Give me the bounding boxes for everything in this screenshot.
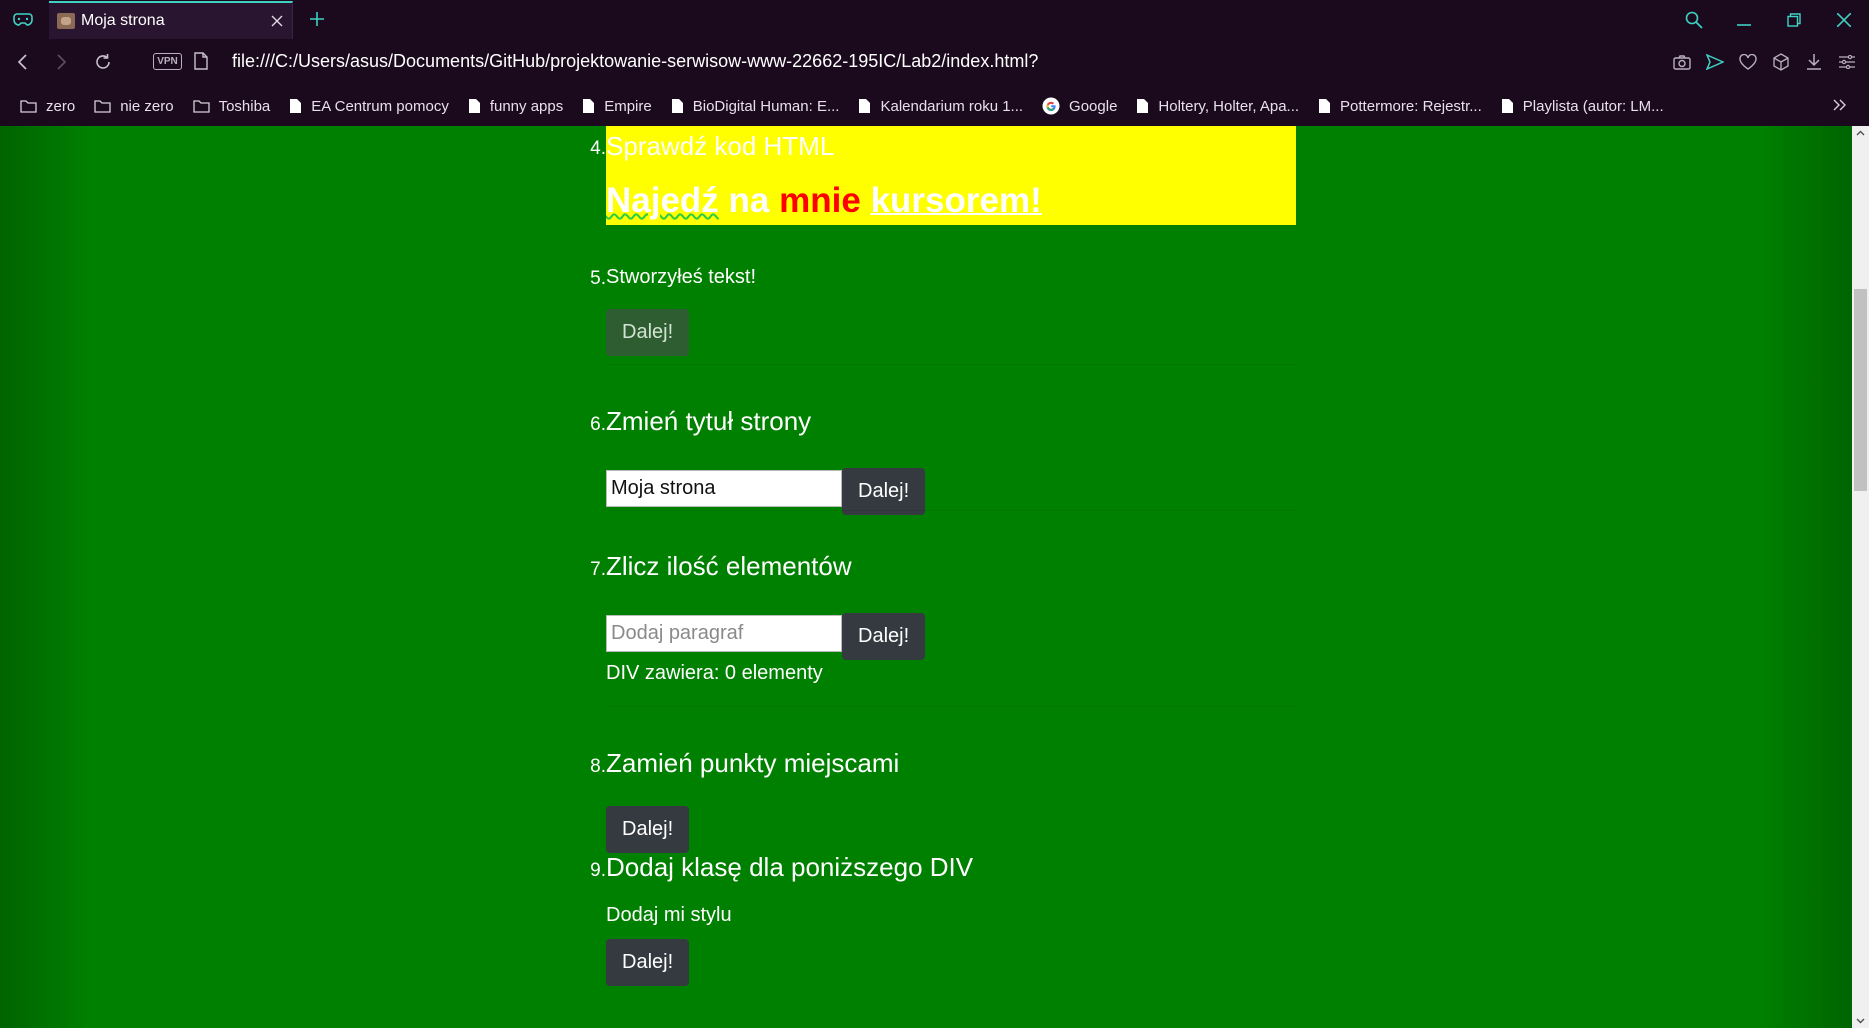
bookmark-label: funny apps: [489, 97, 564, 115]
bookmark-label: Empire: [604, 97, 652, 115]
hover-word-1: Najedź: [606, 181, 719, 220]
hover-word-3: mnie: [779, 181, 861, 220]
page-viewport: 4. Sprawdź kod HTML Najedź na mnie kurso…: [0, 126, 1852, 1028]
bookmark-label: Holtery, Holter, Apa...: [1158, 97, 1300, 115]
dalej-button[interactable]: Dalej!: [842, 613, 926, 660]
bookmark-ea[interactable]: EA Centrum pomocy: [289, 98, 449, 115]
title-input[interactable]: [606, 470, 842, 507]
item-number: 7.: [590, 559, 606, 580]
favicon-icon: [57, 13, 75, 29]
back-icon[interactable]: [6, 45, 40, 79]
tab-bar: Moja strona: [0, 0, 1869, 39]
bookmarks-bar: zero nie zero Toshiba EA Centrum pomocy …: [0, 86, 1869, 126]
bookmark-biodigital[interactable]: BioDigital Human: E...: [671, 97, 840, 115]
page-icon: [468, 99, 480, 113]
bookmark-empire[interactable]: Empire: [582, 98, 652, 115]
google-icon: [1042, 97, 1060, 115]
bookmark-label: Toshiba: [218, 97, 271, 115]
page-icon: [1319, 99, 1331, 113]
heart-icon[interactable]: [1731, 45, 1764, 79]
item-heading: Zmień tytuł strony: [606, 406, 812, 436]
bookmark-label: nie zero: [120, 97, 174, 115]
folder-icon: [20, 100, 37, 113]
styled-div: Dodaj mi stylu: [606, 904, 732, 926]
scrollbar-thumb[interactable]: [1854, 289, 1867, 491]
search-icon[interactable]: [1669, 0, 1719, 39]
bookmark-pottermore[interactable]: Pottermore: Rejestr...: [1318, 98, 1482, 115]
item-heading: Zamień punkty miejscami: [606, 748, 900, 778]
dalej-button[interactable]: Dalej!: [606, 806, 690, 853]
scroll-up-icon: [1856, 130, 1865, 136]
restore-icon[interactable]: [1769, 0, 1819, 39]
send-icon[interactable]: [1698, 45, 1731, 79]
camera-icon[interactable]: [1665, 45, 1698, 79]
scroll-down-icon: [1856, 1018, 1865, 1024]
easy-setup-icon[interactable]: [1830, 45, 1863, 79]
item-heading: Dodaj klasę dla poniższego DIV: [606, 852, 974, 882]
bookmark-label: zero: [46, 97, 76, 115]
minimize-icon[interactable]: [1719, 0, 1769, 39]
tab-title: Moja strona: [81, 12, 165, 29]
page-icon: [671, 99, 683, 113]
page-icon: [290, 99, 302, 113]
bookmark-toshiba[interactable]: Toshiba: [192, 97, 271, 115]
page-icon: [859, 99, 871, 113]
bookmark-playlista[interactable]: Playlista (autor: LM...: [1501, 98, 1664, 115]
forward-icon[interactable]: [44, 45, 78, 79]
bookmark-kalendarium[interactable]: Kalendarium roku 1...: [858, 98, 1023, 115]
page-icon: [1501, 99, 1513, 113]
folder-icon: [192, 100, 210, 113]
divider: [606, 706, 1296, 707]
address-bar: VPN file:///C:/Users/asus/Documents/GitH…: [0, 39, 1869, 86]
item-number: 6.: [590, 414, 606, 435]
page-icon: [583, 99, 595, 113]
bookmark-label: BioDigital Human: E...: [692, 97, 840, 115]
cube-icon[interactable]: [1764, 45, 1797, 79]
new-tab-button[interactable]: [300, 2, 334, 36]
hover-word-4: kursorem!: [870, 181, 1042, 220]
bookmark-label: EA Centrum pomocy: [311, 97, 449, 115]
reload-icon[interactable]: [86, 45, 120, 79]
bookmark-label: Pottermore: Rejestr...: [1340, 97, 1482, 115]
page-info-icon[interactable]: [194, 52, 208, 75]
item-heading: Sprawdź kod HTML: [606, 131, 835, 161]
tab-moja-strona[interactable]: Moja strona: [49, 1, 293, 39]
folder-icon: [94, 100, 111, 113]
close-tab-icon[interactable]: [262, 6, 292, 36]
item-number: 9.: [590, 860, 606, 881]
vpn-badge[interactable]: VPN: [153, 53, 182, 70]
dalej-button[interactable]: Dalej!: [606, 939, 690, 986]
dalej-button[interactable]: Dalej!: [606, 309, 690, 356]
bookmark-google[interactable]: Google: [1042, 97, 1117, 115]
bookmark-label: Playlista (autor: LM...: [1522, 97, 1664, 115]
divider: [606, 510, 1296, 511]
bookmark-nie-zero[interactable]: nie zero: [94, 97, 174, 115]
bookmark-zero[interactable]: zero: [20, 98, 75, 115]
item-heading: Zlicz ilość elementów: [606, 551, 852, 581]
paragraph-input[interactable]: [606, 615, 842, 652]
close-window-icon[interactable]: [1819, 0, 1869, 39]
bookmark-label: Kalendarium roku 1...: [880, 97, 1024, 115]
dalej-button[interactable]: Dalej!: [842, 468, 926, 515]
gamepad-icon[interactable]: [0, 0, 46, 39]
hover-word-2: na: [728, 181, 770, 220]
divider: [606, 364, 1296, 365]
bookmark-holtery[interactable]: Holtery, Holter, Apa...: [1136, 98, 1299, 115]
item-number: 5.: [590, 268, 606, 289]
element-count-status: DIV zawiera: 0 elementy: [606, 662, 823, 684]
bookmark-label: Google: [1069, 97, 1118, 115]
url-field[interactable]: file:///C:/Users/asus/Documents/GitHub/p…: [232, 51, 1038, 72]
bookmark-funny-apps[interactable]: funny apps: [468, 98, 563, 115]
hover-text[interactable]: Najedź na mnie kursorem!: [606, 181, 1042, 221]
item-label: Stworzyłeś tekst!: [606, 266, 757, 288]
vertical-scrollbar[interactable]: [1852, 126, 1869, 1028]
item-number: 4.: [590, 138, 606, 159]
chevron-double-right-icon[interactable]: [1833, 98, 1847, 116]
item-number: 8.: [590, 756, 606, 777]
page-icon: [1137, 99, 1149, 113]
download-icon[interactable]: [1797, 45, 1830, 79]
